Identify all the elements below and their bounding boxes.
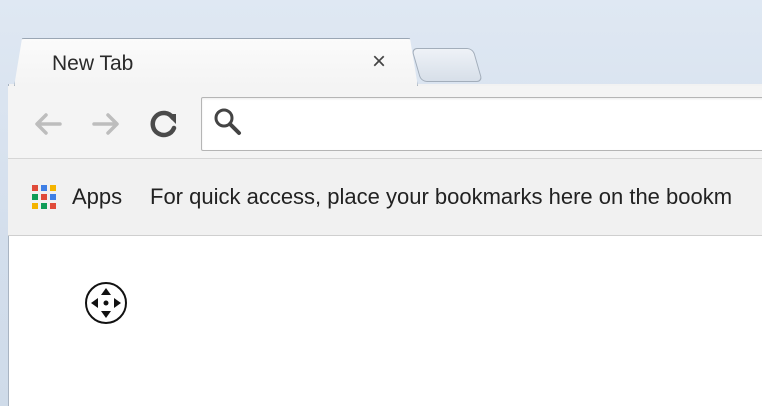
apps-shortcut[interactable]: Apps — [72, 184, 122, 210]
search-icon — [214, 108, 241, 135]
pan-cursor-icon — [85, 282, 127, 324]
omnibox-input[interactable] — [248, 104, 752, 144]
tab-title: New Tab — [52, 52, 134, 75]
reload-button[interactable] — [144, 104, 184, 144]
arrow-left-icon — [35, 113, 62, 135]
forward-button[interactable] — [86, 104, 126, 144]
new-tab-button[interactable] — [411, 48, 483, 82]
reload-icon — [150, 110, 177, 138]
arrow-right-icon — [92, 113, 119, 135]
apps-grid-icon[interactable] — [31, 184, 57, 210]
bookmarks-hint-text: For quick access, place your bookmarks h… — [150, 184, 733, 209]
back-button[interactable] — [28, 104, 68, 144]
tab-close-button[interactable]: × — [372, 50, 386, 74]
